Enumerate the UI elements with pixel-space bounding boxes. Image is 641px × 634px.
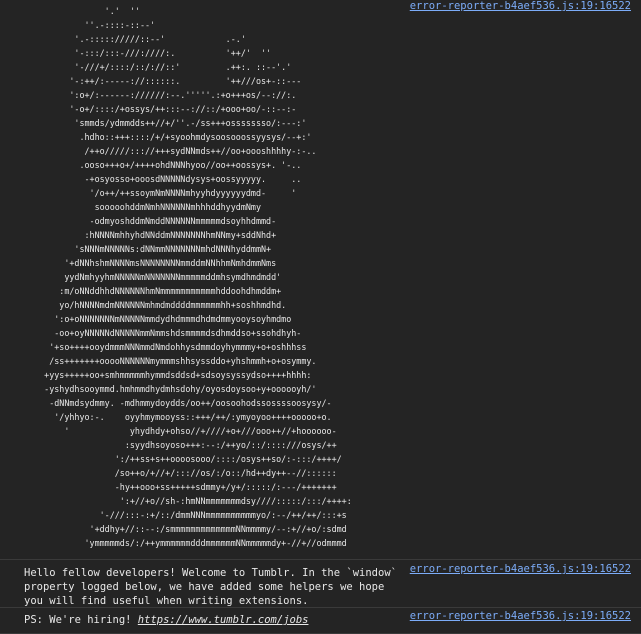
ascii-art-wrap: '.' '' ''.-::::-::--' '.-::::://///::--'… (0, 0, 641, 559)
hiring-prefix: PS: We're hiring! (24, 614, 138, 626)
console-message-ascii-art: error-reporter-b4aef536.js:19:16522 '.' … (0, 0, 641, 560)
console-message-welcome: error-reporter-b4aef536.js:19:16522 Hell… (0, 560, 641, 608)
jobs-link[interactable]: https://www.tumblr.com/jobs (138, 614, 309, 626)
devtools-console: error-reporter-b4aef536.js:19:16522 '.' … (0, 0, 641, 634)
console-message-hiring: error-reporter-b4aef536.js:19:16522 PS: … (0, 608, 641, 634)
ascii-art: '.' '' ''.-::::-::--' '.-::::://///::--'… (44, 6, 352, 548)
source-link[interactable]: error-reporter-b4aef536.js:19:16522 (410, 563, 631, 576)
source-link[interactable]: error-reporter-b4aef536.js:19:16522 (410, 0, 631, 13)
source-link[interactable]: error-reporter-b4aef536.js:19:16522 (410, 610, 631, 623)
